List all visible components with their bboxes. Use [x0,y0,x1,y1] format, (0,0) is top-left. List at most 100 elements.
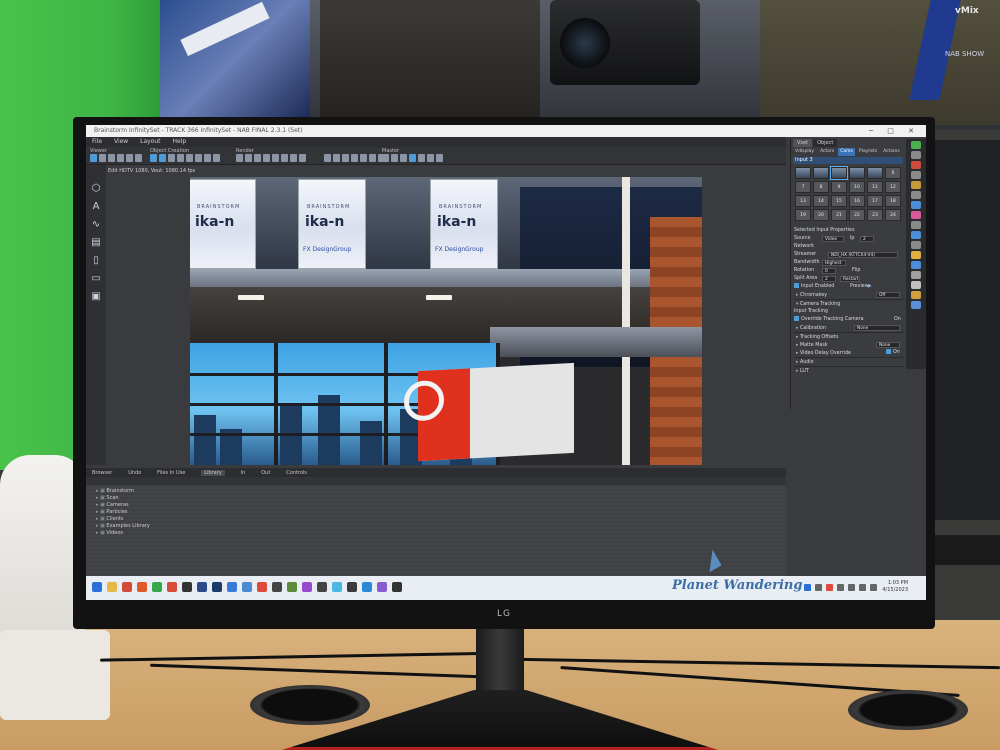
light-icon[interactable] [177,154,184,162]
input-slot[interactable]: 6 [885,167,901,179]
sphere-icon[interactable] [342,154,349,162]
folder-icon[interactable]: ▭ [90,273,102,285]
rotation-select[interactable]: 0 [822,268,836,274]
brave-icon[interactable] [122,582,132,592]
tree-item[interactable]: Particles [96,509,786,516]
shape-icon[interactable] [195,154,202,162]
input-thumbnail[interactable] [830,166,848,180]
input-thumbnail[interactable] [813,167,829,179]
subtab-vdisplay[interactable]: Vdisplay [793,148,816,156]
app-icon[interactable] [212,582,222,592]
tree-item[interactable]: Videos [96,530,786,537]
group-icon[interactable] [159,154,166,162]
input-thumbnail[interactable] [795,167,811,179]
file-explorer-icon[interactable] [107,582,117,592]
input-slot[interactable]: 14 [813,195,829,207]
app-icon[interactable] [332,582,342,592]
app-icon[interactable] [302,582,312,592]
tab-undo[interactable]: Undo [128,470,141,476]
audio-section[interactable]: Audio [794,357,904,366]
app-icon[interactable] [182,582,192,592]
streamer-select[interactable]: NDI_HX (KTTCX4-V4) [828,252,898,258]
tray-icon[interactable] [848,584,855,591]
input-slot[interactable]: 19 [795,209,811,221]
tracking-offsets-section[interactable]: Tracking Offsets [794,332,904,341]
zoom-icon[interactable] [126,154,133,162]
input-slot[interactable]: 18 [885,195,901,207]
play-icon[interactable]: ▶ [868,283,872,291]
tab-controls[interactable]: Controls [286,470,307,476]
video-delay-check[interactable]: On [886,349,900,357]
app-icon[interactable] [317,582,327,592]
scale-icon[interactable] [117,154,124,162]
tab-files-in-use[interactable]: Files In Use [157,470,185,476]
text-tool-icon[interactable]: A [90,201,102,213]
subtab-actions[interactable]: Actions [881,148,901,156]
input-thumbnail[interactable] [849,167,865,179]
tab-object[interactable]: Object [813,139,838,147]
tool-icon[interactable] [911,241,921,249]
subtab-playlists[interactable]: Playlists [857,148,879,156]
tray-icon[interactable] [870,584,877,591]
taskbar-clock[interactable]: 1:03 PM 4/15/2023 [882,580,908,594]
override-checkbox[interactable] [794,316,799,321]
input-slot[interactable]: 16 [849,195,865,207]
bandwidth-select[interactable]: Highest [822,260,846,266]
image-icon[interactable] [204,154,211,162]
tray-icon[interactable] [837,584,844,591]
select-tool-icon[interactable] [90,154,97,162]
snowflake-icon[interactable] [391,154,398,162]
input-slot[interactable]: 9 [831,181,847,193]
output-icon[interactable] [382,154,389,162]
tool-icon[interactable] [911,161,921,169]
monitor-icon[interactable] [409,154,416,162]
input-slot[interactable]: 10 [849,181,865,193]
render-viewport[interactable]: BRAINSTORM ika-n BRAINSTORM ika-n FX Des… [190,177,702,465]
window-controls[interactable]: ─ □ ✕ [869,125,920,137]
stop-icon[interactable] [427,154,434,162]
lut-section[interactable]: LUT [794,366,904,375]
layers-icon[interactable] [272,154,279,162]
tree-item[interactable]: Examples Library [96,523,786,530]
restart-button[interactable]: Restart [840,276,860,282]
move-icon[interactable] [99,154,106,162]
tab-out[interactable]: Out [261,470,270,476]
app-icon[interactable] [362,582,372,592]
input-slot[interactable]: 11 [867,181,883,193]
loop-icon[interactable] [436,154,443,162]
matte-mask-section[interactable]: Matte Mask [794,343,828,348]
app-icon[interactable] [227,582,237,592]
tool-icon[interactable] [911,261,921,269]
tool-icon[interactable] [911,191,921,199]
split-select[interactable]: 2 [822,276,836,282]
rotate-icon[interactable] [108,154,115,162]
tab-in[interactable]: In [241,470,246,476]
chrome-icon[interactable] [167,582,177,592]
input-thumbnail[interactable] [867,167,883,179]
calibration-select[interactable]: None [854,325,900,331]
input-slot[interactable]: 13 [795,195,811,207]
tree-item[interactable]: Scan [96,495,786,502]
menu-help[interactable]: Help [172,138,186,145]
input-slot[interactable]: 15 [831,195,847,207]
app-icon[interactable] [377,582,387,592]
app-icon[interactable] [152,582,162,592]
calibration-section[interactable]: Calibration [794,326,826,331]
source-select[interactable]: Video [822,236,844,242]
input-slot[interactable]: 8 [813,181,829,193]
tool-icon[interactable] [911,231,921,239]
layers-icon[interactable]: ▤ [90,237,102,249]
app-icon[interactable] [197,582,207,592]
tool-icon[interactable] [911,271,921,279]
app-icon[interactable] [392,582,402,592]
play-icon[interactable] [418,154,425,162]
stats-icon[interactable] [290,154,297,162]
app-icon[interactable] [242,582,252,592]
input-slot[interactable]: 21 [831,209,847,221]
tool-icon[interactable] [911,171,921,179]
app-icon[interactable] [287,582,297,592]
media-icon[interactable]: ▣ [90,291,102,303]
record-icon[interactable] [369,154,376,162]
page-icon[interactable]: ▯ [90,255,102,267]
tool-icon[interactable] [911,201,921,209]
